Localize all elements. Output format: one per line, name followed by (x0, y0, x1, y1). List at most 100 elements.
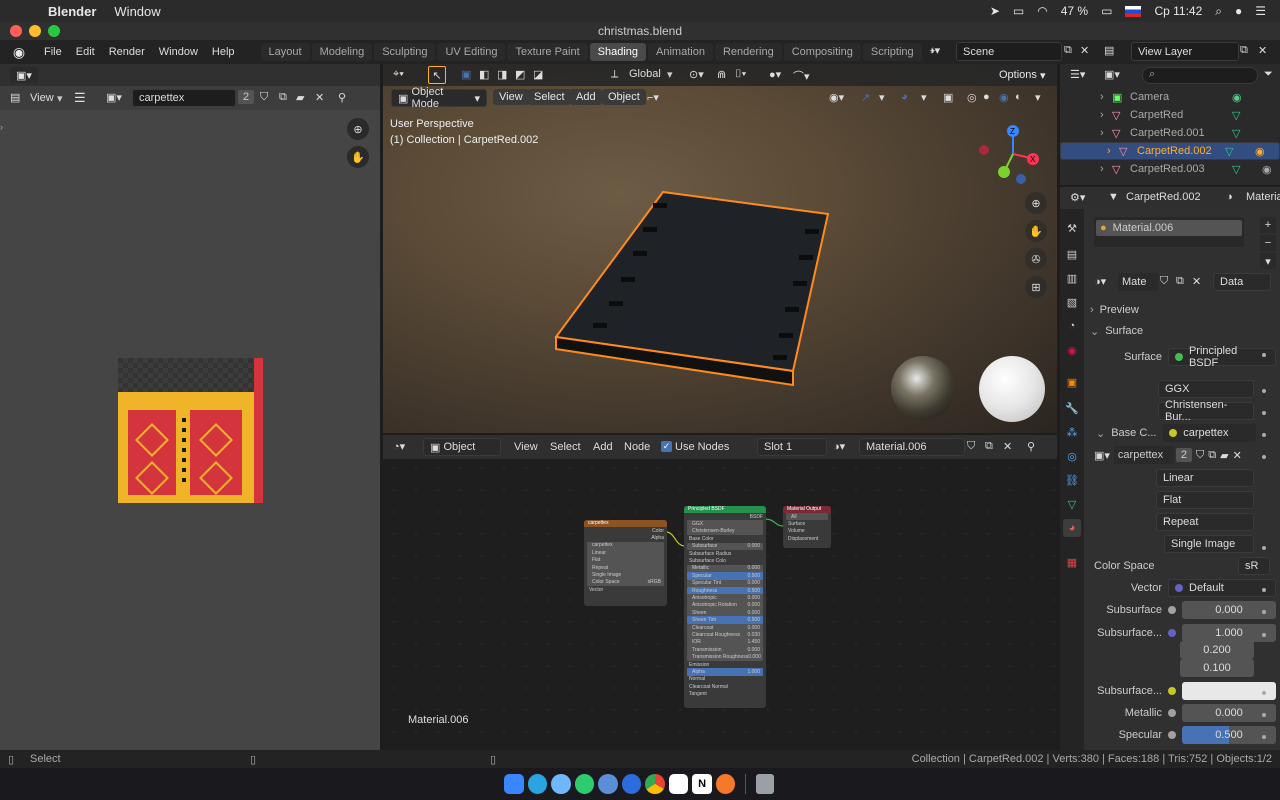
animate-property-dot-icon[interactable] (1262, 691, 1266, 695)
gizmo-dropdown-icon[interactable]: ▾ (879, 91, 885, 104)
proportional-editing-icon[interactable]: ●▾ (769, 68, 781, 81)
view-layer-selector[interactable]: View Layer (1131, 42, 1239, 61)
bsdf-input-row[interactable]: GGX (687, 520, 763, 528)
properties-editor-type-icon[interactable]: ⚙▾ (1070, 191, 1085, 204)
outliner-search-input[interactable]: ⌕ (1142, 67, 1258, 84)
slot-specials-chevron-icon[interactable]: ▾ (1260, 253, 1276, 269)
animate-property-dot-icon[interactable] (1262, 411, 1266, 415)
expand-chevron-icon[interactable]: › (1107, 145, 1119, 157)
physics-tab-icon[interactable]: ◎ (1063, 447, 1081, 465)
overlays-icon[interactable]: ◕ (901, 91, 908, 103)
scene-tab-icon[interactable]: ◔ (1063, 317, 1081, 335)
image-users-count[interactable]: 2 (238, 90, 255, 104)
fake-user-shield-icon[interactable]: ⛉ (1160, 275, 1168, 288)
pan-hand-icon[interactable]: ✋ (1025, 220, 1047, 242)
scene-icon[interactable]: ◑▾ (928, 44, 940, 57)
bsdf-input-row[interactable]: Alpha 1.000 (687, 668, 763, 676)
open-image-folder-icon[interactable]: ▰ (1220, 449, 1228, 462)
image-node-image-field[interactable]: carpettex (587, 541, 664, 550)
constraints-tab-icon[interactable]: ⛓ (1063, 471, 1081, 489)
surface-shader-field[interactable]: Principled BSDF (1168, 345, 1276, 369)
siri-icon[interactable]: ● (1235, 4, 1242, 18)
image-node-input-vector[interactable]: Vector (584, 586, 667, 593)
window-menu[interactable]: Window (114, 4, 160, 19)
blender-logo-icon[interactable]: ◉ (8, 44, 30, 61)
visibility-icon[interactable]: ◉▾ (829, 91, 844, 104)
safari-icon[interactable] (621, 774, 642, 794)
shader-node-editor[interactable]: ◔▾ ▣ Object View Select Add Node ✓ Use N… (383, 435, 1057, 750)
modifier-tab-icon[interactable]: 🔧 (1063, 399, 1081, 417)
outliner-item[interactable]: › ▽ CarpetRed.002 ▽ ◉ (1060, 142, 1280, 160)
options-dropdown[interactable]: Options ▾ (993, 66, 1052, 84)
new-image-icon[interactable]: ⧉ (279, 91, 287, 104)
zoom-icon[interactable]: ⊕ (1025, 192, 1047, 214)
mesh-data-icon[interactable]: ▽ (1232, 127, 1262, 140)
bsdf-input-row[interactable]: Subsurface Colo (684, 557, 766, 564)
view-layer-icon[interactable]: ▤ (1104, 44, 1114, 57)
animate-property-dot-icon[interactable] (1262, 433, 1266, 437)
shading-dropdown-icon[interactable]: ▾ (1035, 91, 1041, 104)
solid-shading-icon[interactable]: ● (983, 91, 990, 103)
slack-icon[interactable] (668, 774, 689, 794)
expand-chevron-icon[interactable]: › (1100, 91, 1112, 103)
outliner-item[interactable]: › ▽ CarpetRed.001 ▽ (1060, 124, 1280, 142)
animate-property-dot-icon[interactable] (1262, 353, 1266, 357)
select-mode-new-icon[interactable]: ▣ (461, 68, 471, 81)
image-node-interpolation[interactable]: Linear (587, 549, 664, 557)
select-mode-invert-icon[interactable]: ◩ (515, 68, 525, 81)
browse-image-icon[interactable]: ▣▾ (1094, 449, 1110, 462)
subsurface-radius-y-field[interactable]: 0.200 (1180, 641, 1254, 659)
subsurface-radius-z-field[interactable]: 0.100 (1180, 659, 1254, 677)
fake-user-shield-icon[interactable]: ⛉ (260, 91, 268, 104)
transform-gizmo-icon[interactable]: ⌐▾ (647, 91, 659, 104)
bsdf-input-row[interactable]: Emission (684, 661, 766, 668)
trash-icon[interactable] (756, 774, 775, 794)
animate-property-dot-icon[interactable] (1262, 389, 1266, 393)
animate-property-dot-icon[interactable] (1262, 455, 1266, 459)
image-name-field[interactable]: carpettex (132, 89, 236, 107)
airplay-icon[interactable]: ▭ (1013, 4, 1024, 18)
3d-viewport[interactable]: ⌖▾ ↖ ▣ ◧ ◨ ◩ ◪ ⟂ Global ▾ ⊙▾ ⋒ ⌷▾ ●▾ ⌒▾ … (383, 64, 1057, 433)
link-data-dropdown[interactable]: Data (1213, 273, 1271, 291)
image-node-color-space[interactable]: Color Space sRGB (587, 578, 664, 587)
open-image-folder-icon[interactable]: ▰ (296, 91, 304, 104)
tab-animation[interactable]: Animation (648, 43, 713, 61)
camera-data-icon[interactable]: ◉ (1232, 91, 1262, 104)
menu-icon[interactable]: ☰ (74, 90, 86, 106)
overlays-dropdown-icon[interactable]: ▾ (921, 91, 927, 104)
browse-material-icon[interactable]: ◑▾ (1094, 275, 1106, 288)
menu-edit[interactable]: Edit (76, 46, 95, 58)
add-material-slot-button[interactable]: + (1260, 217, 1276, 233)
pin-icon[interactable]: ⚲ (338, 91, 346, 104)
new-material-icon[interactable]: ⧉ (1176, 275, 1184, 288)
image-view-icon[interactable]: ▤ (10, 91, 20, 104)
image-node-projection[interactable]: Flat (587, 556, 664, 564)
editor-type-icon[interactable]: ▣▾ (10, 67, 38, 83)
texture-tab-icon[interactable]: ▦ (1063, 553, 1081, 571)
menu-window[interactable]: Window (159, 46, 198, 58)
bsdf-input-row[interactable]: Tangent (684, 690, 766, 697)
bsdf-input-row[interactable]: Subsurface 0.000 (687, 542, 763, 550)
tab-texture-paint[interactable]: Texture Paint (507, 43, 588, 61)
zoom-icon[interactable]: ⊕ (347, 118, 369, 140)
new-view-layer-icon[interactable]: ⧉ (1240, 44, 1248, 57)
outliner-item[interactable]: › ▣ Camera ◉ (1060, 88, 1280, 106)
projection-dropdown[interactable]: Flat (1156, 491, 1254, 509)
bsdf-input-row[interactable]: Transmission 0.000 (687, 646, 763, 654)
particles-tab-icon[interactable]: ⁂ (1063, 423, 1081, 441)
location-icon[interactable]: ➤ (990, 4, 1000, 18)
bsdf-input-row[interactable]: Clearcoat 0.000 (687, 623, 763, 632)
tool-tab-icon[interactable]: ⚒ (1063, 219, 1081, 237)
animate-property-dot-icon[interactable] (1262, 735, 1266, 739)
output-node-input-displacement[interactable]: Displacement (783, 535, 831, 542)
mesh-data-icon[interactable]: ▽ (1225, 145, 1255, 158)
spotlight-search-icon[interactable]: ⌕ (1215, 4, 1222, 19)
render-tab-icon[interactable]: ▤ (1063, 245, 1081, 263)
bsdf-input-row[interactable]: Base Color (684, 535, 766, 542)
image-node-output-alpha[interactable]: Alpha (584, 534, 667, 541)
image-node-source[interactable]: Single Image (587, 571, 664, 579)
viewport-view-menu[interactable]: View (493, 89, 529, 105)
preview-panel-header[interactable]: › Preview (1090, 300, 1280, 320)
falloff-icon[interactable]: ⌒▾ (793, 68, 810, 84)
xray-icon[interactable]: ▣ (943, 91, 953, 104)
